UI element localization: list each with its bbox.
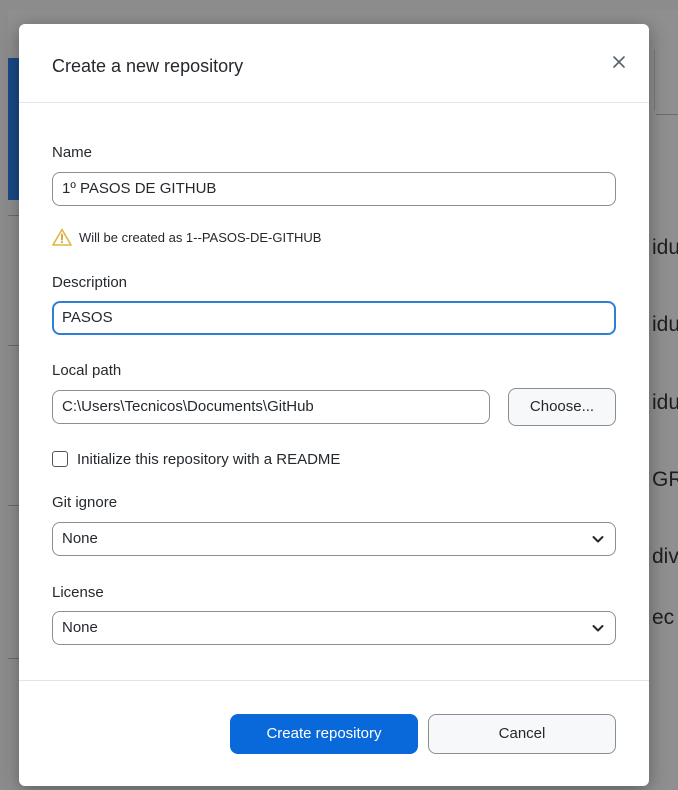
footer-divider xyxy=(19,680,649,681)
name-warning: Will be created as 1--PASOS-DE-GITHUB xyxy=(52,226,321,248)
background-text: GRU xyxy=(652,468,678,491)
chevron-down-icon xyxy=(592,536,604,543)
choose-button[interactable]: Choose... xyxy=(508,388,616,426)
local-path-input[interactable]: C:\Users\Tecnicos\Documents\GitHub xyxy=(52,390,490,424)
license-select[interactable]: None xyxy=(52,611,616,645)
dialog-title: Create a new repository xyxy=(52,56,244,76)
create-repository-dialog: Create a new repository Name 1º PASOS DE… xyxy=(19,24,649,786)
background-divider xyxy=(654,50,655,110)
background-text: div xyxy=(652,545,678,568)
local-path-label: Local path xyxy=(52,362,122,379)
readme-option[interactable]: Initialize this repository with a README xyxy=(52,448,340,470)
background-divider xyxy=(656,114,678,115)
readme-label: Initialize this repository with a README xyxy=(77,450,341,468)
dialog-header: Create a new repository xyxy=(19,24,649,103)
background-text: idu xyxy=(652,236,678,259)
name-label: Name xyxy=(52,144,93,161)
chevron-down-icon xyxy=(592,625,604,632)
create-repository-button[interactable]: Create repository xyxy=(230,714,418,754)
close-icon xyxy=(613,56,625,68)
close-button[interactable] xyxy=(607,50,631,74)
description-label: Description xyxy=(52,274,128,291)
readme-checkbox[interactable] xyxy=(52,451,68,467)
warning-icon xyxy=(52,228,72,246)
name-warning-text: Will be created as 1--PASOS-DE-GITHUB xyxy=(79,229,322,245)
gitignore-select[interactable]: None xyxy=(52,522,616,556)
background-text: idu xyxy=(652,313,678,336)
license-selected-value: None xyxy=(62,619,98,636)
background-text: idu xyxy=(652,391,678,414)
gitignore-selected-value: None xyxy=(62,530,98,547)
description-input[interactable]: PASOS xyxy=(52,301,616,335)
name-input[interactable]: 1º PASOS DE GITHUB xyxy=(52,172,616,206)
cancel-button[interactable]: Cancel xyxy=(428,714,616,754)
license-label: License xyxy=(52,584,104,601)
background-text: ec xyxy=(652,606,675,629)
gitignore-label: Git ignore xyxy=(52,494,118,511)
